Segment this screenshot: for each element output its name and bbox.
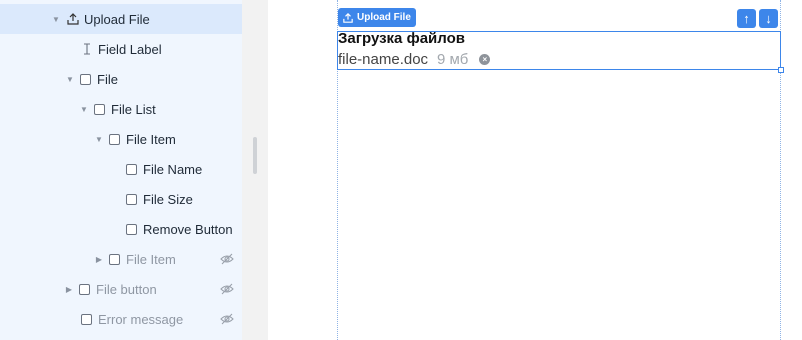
tree-item-label: File Item: [126, 131, 176, 147]
tree-item-file[interactable]: ▼ File: [0, 64, 242, 94]
tree-item-label: File: [97, 71, 118, 87]
file-size: 9 мб: [437, 51, 469, 68]
file-name: file-name.doc: [338, 51, 429, 68]
arrow-up-icon: ↑: [743, 11, 750, 26]
box-icon: [109, 253, 120, 265]
move-up-button[interactable]: ↑: [737, 9, 756, 28]
tree-item-field-label[interactable]: Field Label: [0, 34, 242, 64]
caret-right-icon[interactable]: ▶: [93, 255, 105, 264]
caret-down-icon[interactable]: ▼: [64, 75, 76, 84]
tree-item-file-name[interactable]: File Name: [0, 154, 242, 184]
tree-item-label: Field Label: [98, 41, 162, 57]
tree-item-file-button[interactable]: ▶ File button: [0, 274, 242, 304]
box-icon: [109, 133, 120, 145]
move-down-button[interactable]: ↓: [759, 9, 778, 28]
caret-down-icon[interactable]: ▼: [50, 15, 62, 24]
caret-right-icon[interactable]: ▶: [63, 285, 75, 294]
text-cursor-icon: [80, 43, 93, 56]
tree-item-file-size[interactable]: File Size: [0, 184, 242, 214]
box-icon: [126, 223, 137, 235]
layer-tree: ▼ Upload File Field Label ▼ File ▼ File …: [0, 0, 242, 340]
upload-icon: [66, 13, 79, 26]
tree-item-remove-button[interactable]: Remove Button: [0, 214, 242, 244]
eye-off-icon[interactable]: [220, 312, 234, 326]
box-icon: [126, 163, 137, 175]
tree-item-label: File Item: [126, 251, 176, 267]
tree-item-label: Upload File: [84, 11, 150, 27]
editor-root: ▼ Upload File Field Label ▼ File ▼ File …: [0, 0, 802, 340]
component-tag-label: Upload File: [357, 12, 411, 23]
box-icon: [80, 73, 91, 85]
resize-handle[interactable]: [778, 67, 784, 73]
component-tag[interactable]: Upload File: [338, 8, 416, 27]
scrollbar-thumb[interactable]: [253, 137, 257, 174]
remove-file-icon[interactable]: ×: [479, 54, 491, 65]
box-icon: [126, 193, 137, 205]
tree-item-file-list[interactable]: ▼ File List: [0, 94, 242, 124]
tree-item-file-item[interactable]: ▼ File Item: [0, 124, 242, 154]
tree-item-error-message[interactable]: Error message: [0, 304, 242, 334]
box-icon: [94, 103, 105, 115]
tree-item-label: Error message: [98, 311, 184, 327]
tree-item-file-item-hidden[interactable]: ▶ File Item: [0, 244, 242, 274]
box-icon: [81, 313, 92, 325]
eye-off-icon[interactable]: [220, 282, 234, 296]
tree-item-label: File Name: [143, 161, 203, 177]
file-item: file-name.doc 9 мб ×: [338, 51, 491, 68]
tree-item-label: File button: [96, 281, 157, 297]
box-icon: [79, 283, 90, 295]
tree-item-label: File Size: [143, 191, 193, 207]
upload-title: Загрузка файлов: [338, 30, 465, 47]
tree-item-label: File List: [111, 101, 156, 117]
caret-down-icon[interactable]: ▼: [78, 105, 90, 114]
eye-off-icon[interactable]: [220, 252, 234, 266]
caret-down-icon[interactable]: ▼: [93, 135, 105, 144]
tree-item-upload-file[interactable]: ▼ Upload File: [0, 4, 242, 34]
arrow-down-icon: ↓: [765, 11, 772, 26]
upload-icon: [343, 12, 353, 23]
tree-item-label: Remove Button: [143, 221, 233, 237]
